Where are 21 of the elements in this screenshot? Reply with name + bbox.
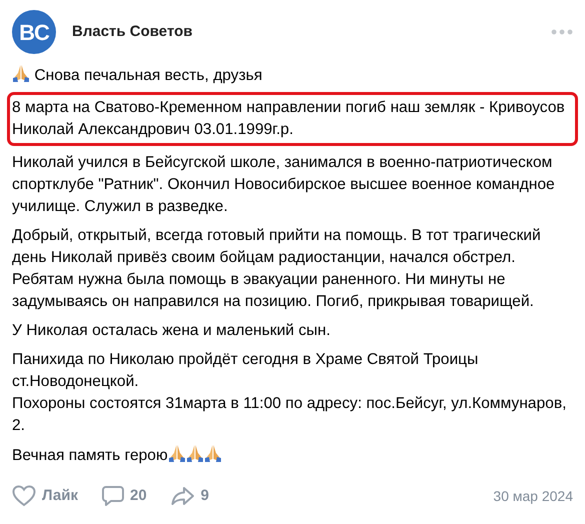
post-text: Николай учился в Бейсугской школе, занимался в военно-патриотическом спортклубе "Ратник". Окончил Новосибирское высшее военное командное училище. Служил в разведке.: [12, 154, 555, 215]
like-button[interactable]: Лайк: [12, 485, 78, 508]
post-text: Вечная память герою: [12, 447, 168, 464]
post-text: Снова печальная весть, друзья: [34, 67, 262, 84]
group-name[interactable]: Власть Советов: [72, 20, 535, 44]
post-text: 8 марта на Сватово-Кременном направлении погиб наш земляк - Кривоусов Николай Александрович 03.01.1999г.р.: [12, 99, 565, 138]
group-logo[interactable]: BC: [12, 10, 56, 54]
praying-hands-icon: [186, 444, 204, 463]
comment-button[interactable]: 20: [102, 485, 147, 508]
praying-hands-icon: [168, 444, 186, 463]
praying-hands-icon: [204, 444, 222, 463]
praying-hands-icon: [12, 64, 30, 83]
share-button[interactable]: 9: [170, 485, 210, 508]
heart-icon: [12, 485, 36, 508]
post-text: Добрый, открытый, всегда готовый прийти на помощь. В тот трагический день Николай привёз своим бойцам радиостанции, начался обстрел. Ребятам нужна была помощь в эвакуации раненного. Ни минуты не задумываясь он направился на позицию. Погиб, прикрывая товарищей.: [12, 227, 541, 310]
share-icon: [170, 486, 195, 506]
more-icon[interactable]: [551, 29, 573, 35]
post-text: У Николая осталась жена и маленький сын.: [12, 322, 330, 339]
post-date: 30 мар 2024: [493, 486, 573, 506]
post-text: Панихида по Николаю пройдёт сегодня в Храме Святой Троицы ст.Новодонецкой. Похороны состоятся 31марта в 11:00 по адресу: пос.Бейсуг, ул.Коммунаров, 2.: [12, 351, 566, 434]
comment-icon: [102, 485, 124, 508]
